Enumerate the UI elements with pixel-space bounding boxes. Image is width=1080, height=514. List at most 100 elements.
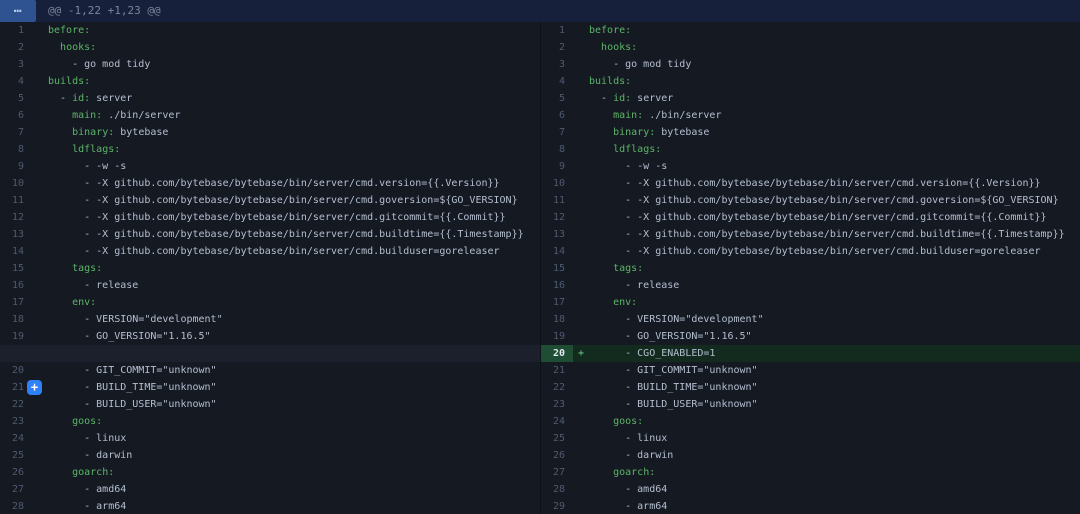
yaml-text: - GO_VERSION="1.16.5" xyxy=(48,331,211,342)
line-number[interactable]: 23 xyxy=(541,396,573,413)
line-number[interactable]: 13 xyxy=(541,226,573,243)
diff-row: 6 main: ./bin/server xyxy=(541,107,1080,124)
line-number[interactable]: 9 xyxy=(0,158,32,175)
line-number[interactable]: 8 xyxy=(541,141,573,158)
add-comment-button[interactable]: + xyxy=(27,380,42,395)
diff-row: 17 env: xyxy=(541,294,1080,311)
line-number[interactable]: 10 xyxy=(0,175,32,192)
line-number[interactable]: 23 xyxy=(0,413,32,430)
line-number[interactable]: 20 xyxy=(0,362,32,379)
line-number[interactable]: 24 xyxy=(541,413,573,430)
line-number[interactable]: 29 xyxy=(541,498,573,514)
line-number[interactable]: 2 xyxy=(541,39,573,56)
line-number[interactable]: 28 xyxy=(0,498,32,514)
yaml-text: ./bin/server xyxy=(102,110,180,121)
line-number[interactable]: 6 xyxy=(0,107,32,124)
line-number[interactable]: 28 xyxy=(541,481,573,498)
diff-row: 22 - BUILD_TIME="unknown" xyxy=(541,379,1080,396)
line-number[interactable]: 20 xyxy=(541,345,573,362)
line-number[interactable]: 4 xyxy=(0,73,32,90)
line-number[interactable]: 3 xyxy=(541,56,573,73)
line-number[interactable]: 1 xyxy=(0,22,32,39)
line-number[interactable]: 12 xyxy=(541,209,573,226)
line-number[interactable]: 9 xyxy=(541,158,573,175)
add-sign xyxy=(573,90,589,107)
code-line: - GO_VERSION="1.16.5" xyxy=(48,328,540,345)
line-number[interactable]: 5 xyxy=(0,90,32,107)
diff-row: 14 - -X github.com/bytebase/bytebase/bin… xyxy=(541,243,1080,260)
line-number[interactable]: 19 xyxy=(0,328,32,345)
yaml-key: goos: xyxy=(72,416,102,427)
hunk-header-label: @@ -1,22 +1,23 @@ xyxy=(36,0,1080,22)
line-number[interactable]: 11 xyxy=(0,192,32,209)
line-number[interactable]: 19 xyxy=(541,328,573,345)
diff-row: 21 - BUILD_TIME="unknown"+ xyxy=(0,379,540,396)
line-number[interactable]: 14 xyxy=(541,243,573,260)
line-number[interactable]: 15 xyxy=(0,260,32,277)
line-number[interactable]: 26 xyxy=(541,447,573,464)
yaml-text: - -X github.com/bytebase/bytebase/bin/se… xyxy=(48,246,500,257)
sign-cell xyxy=(32,498,48,514)
line-number[interactable]: 22 xyxy=(541,379,573,396)
yaml-key: before: xyxy=(48,25,90,36)
line-number[interactable]: 15 xyxy=(541,260,573,277)
line-number[interactable]: 27 xyxy=(0,481,32,498)
yaml-text: server xyxy=(90,93,132,104)
line-number[interactable]: 13 xyxy=(0,226,32,243)
diff-row: 11 - -X github.com/bytebase/bytebase/bin… xyxy=(541,192,1080,209)
yaml-key: tags: xyxy=(72,263,102,274)
line-number[interactable]: 17 xyxy=(0,294,32,311)
code-line: binary: bytebase xyxy=(48,124,540,141)
diff-row: 27 - amd64 xyxy=(0,481,540,498)
line-number[interactable]: 25 xyxy=(541,430,573,447)
line-number[interactable]: 26 xyxy=(0,464,32,481)
code-line: env: xyxy=(48,294,540,311)
line-number[interactable]: 16 xyxy=(0,277,32,294)
diff-row: 21 - GIT_COMMIT="unknown" xyxy=(541,362,1080,379)
line-number[interactable]: 12 xyxy=(0,209,32,226)
code-line: - arm64 xyxy=(48,498,540,514)
sign-cell xyxy=(32,73,48,90)
line-number[interactable]: 22 xyxy=(0,396,32,413)
code-line: - -X github.com/bytebase/bytebase/bin/se… xyxy=(589,243,1080,260)
line-number[interactable]: 10 xyxy=(541,175,573,192)
line-number[interactable]: 14 xyxy=(0,243,32,260)
diff-row: 25 - linux xyxy=(541,430,1080,447)
line-number[interactable]: 18 xyxy=(0,311,32,328)
diff-row: 9 - -w -s xyxy=(0,158,540,175)
line-number[interactable]: 5 xyxy=(541,90,573,107)
code-line: - GIT_COMMIT="unknown" xyxy=(589,362,1080,379)
line-number[interactable]: 4 xyxy=(541,73,573,90)
expand-hunk-button[interactable]: ⋯ xyxy=(0,0,36,22)
line-number[interactable]: 8 xyxy=(0,141,32,158)
diff-row: 2 hooks: xyxy=(541,39,1080,56)
line-number[interactable]: 7 xyxy=(541,124,573,141)
yaml-text: - go mod tidy xyxy=(48,59,150,70)
line-number[interactable]: 25 xyxy=(0,447,32,464)
diff-row: 6 main: ./bin/server xyxy=(0,107,540,124)
diff-pane-right: 1before:2 hooks:3 - go mod tidy4builds:5… xyxy=(540,22,1080,514)
code-line: main: ./bin/server xyxy=(48,107,540,124)
code-line: - -w -s xyxy=(48,158,540,175)
code-line: tags: xyxy=(48,260,540,277)
diff-row: 5 - id: server xyxy=(0,90,540,107)
diff-row-added: 20+ - CGO_ENABLED=1 xyxy=(541,345,1080,362)
yaml-text xyxy=(589,144,613,155)
line-number[interactable]: 6 xyxy=(541,107,573,124)
code-line: main: ./bin/server xyxy=(589,107,1080,124)
line-number[interactable]: 2 xyxy=(0,39,32,56)
diff-row: 9 - -w -s xyxy=(541,158,1080,175)
add-sign xyxy=(573,107,589,124)
line-number[interactable]: 24 xyxy=(0,430,32,447)
line-number[interactable]: 16 xyxy=(541,277,573,294)
sign-cell xyxy=(32,430,48,447)
line-number[interactable]: 1 xyxy=(541,22,573,39)
line-number[interactable]: 18 xyxy=(541,311,573,328)
code-line: binary: bytebase xyxy=(589,124,1080,141)
line-number[interactable]: 3 xyxy=(0,56,32,73)
line-number[interactable]: 21 xyxy=(541,362,573,379)
line-number[interactable]: 17 xyxy=(541,294,573,311)
line-number[interactable]: 11 xyxy=(541,192,573,209)
line-number[interactable]: 27 xyxy=(541,464,573,481)
line-number[interactable]: 7 xyxy=(0,124,32,141)
